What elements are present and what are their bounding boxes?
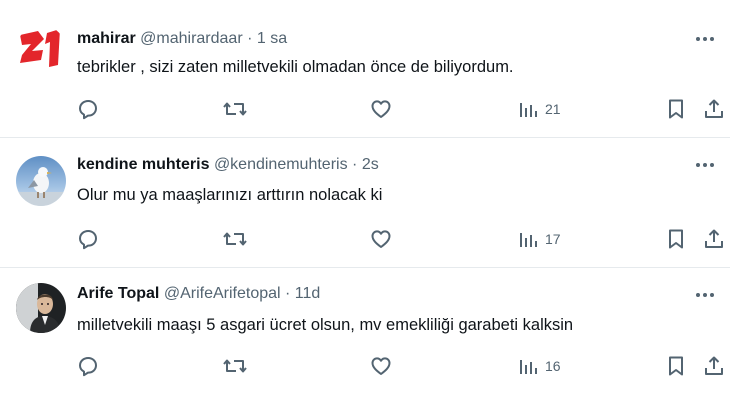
separator: · — [247, 30, 253, 47]
avatar[interactable] — [16, 25, 66, 75]
views-button[interactable]: 21 — [517, 96, 561, 122]
share-button[interactable] — [702, 353, 726, 379]
tweet-text: milletvekili maaşı 5 asgari ücret olsun,… — [77, 316, 574, 334]
separator: · — [285, 285, 291, 302]
display-name[interactable]: mahirar — [77, 30, 136, 47]
like-icon — [371, 230, 391, 248]
user-handle[interactable]: @mahirardaar — [140, 30, 243, 47]
more-icon[interactable] — [692, 28, 718, 50]
view-count: 21 — [545, 101, 561, 117]
timestamp[interactable]: 2s — [362, 156, 379, 173]
more-icon[interactable] — [692, 284, 718, 306]
retweet-button[interactable] — [222, 353, 248, 379]
tweet-text: Olur mu ya maaşlarınızı arttırın nolacak… — [77, 186, 383, 204]
bookmark-button[interactable] — [665, 226, 687, 252]
reply-button[interactable] — [76, 226, 100, 252]
tweet[interactable]: kendine muhteris @kendinemuhteris · 2s O… — [0, 137, 730, 267]
views-button[interactable]: 17 — [517, 226, 561, 252]
view-count: 17 — [545, 231, 561, 247]
ataturk-photo-icon — [16, 283, 66, 333]
logo-21-icon — [16, 25, 66, 75]
views-icon — [520, 103, 537, 117]
retweet-button[interactable] — [222, 226, 248, 252]
bookmark-icon — [669, 356, 683, 376]
reply-button[interactable] — [76, 96, 100, 122]
user-handle[interactable]: @ArifeArifetopal — [164, 285, 281, 302]
tweet[interactable]: mahirar @mahirardaar · 1 sa tebrikler , … — [0, 0, 730, 137]
tweet-text: tebrikler , sizi zaten milletvekili olma… — [77, 58, 514, 76]
avatar[interactable] — [16, 283, 66, 333]
views-icon — [520, 233, 537, 247]
reply-feed: mahirar @mahirardaar · 1 sa tebrikler , … — [0, 0, 730, 420]
action-bar: 16 — [0, 353, 730, 379]
more-icon[interactable] — [692, 154, 718, 176]
retweet-icon — [223, 359, 247, 373]
tweet-header: Arife Topal @ArifeArifetopal · 11d — [77, 283, 670, 305]
timestamp[interactable]: 11d — [295, 285, 321, 302]
bookmark-icon — [669, 99, 683, 119]
user-handle[interactable]: @kendinemuhteris — [214, 156, 348, 173]
reply-icon — [79, 100, 97, 120]
timestamp[interactable]: 1 sa — [257, 30, 287, 47]
seagull-photo-icon — [16, 156, 66, 206]
like-icon — [371, 357, 391, 375]
retweet-button[interactable] — [222, 96, 248, 122]
separator: · — [352, 156, 358, 173]
view-count: 16 — [545, 358, 561, 374]
views-icon — [520, 360, 537, 374]
share-icon — [705, 99, 723, 118]
action-bar: 17 — [0, 226, 730, 252]
tweet-header: kendine muhteris @kendinemuhteris · 2s — [77, 154, 670, 176]
like-icon — [371, 100, 391, 118]
like-button[interactable] — [369, 353, 393, 379]
display-name[interactable]: Arife Topal — [77, 285, 159, 302]
views-button[interactable]: 16 — [517, 353, 561, 379]
like-button[interactable] — [369, 226, 393, 252]
bookmark-button[interactable] — [665, 96, 687, 122]
action-bar: 21 — [0, 96, 730, 122]
tweet[interactable]: Arife Topal @ArifeArifetopal · 11d mille… — [0, 267, 730, 420]
reply-icon — [79, 357, 97, 377]
avatar[interactable] — [16, 156, 66, 206]
reply-icon — [79, 230, 97, 250]
share-icon — [705, 229, 723, 248]
bookmark-button[interactable] — [665, 353, 687, 379]
share-icon — [705, 356, 723, 375]
display-name[interactable]: kendine muhteris — [77, 156, 209, 173]
share-button[interactable] — [702, 226, 726, 252]
retweet-icon — [223, 102, 247, 116]
like-button[interactable] — [369, 96, 393, 122]
reply-button[interactable] — [76, 353, 100, 379]
bookmark-icon — [669, 229, 683, 249]
tweet-header: mahirar @mahirardaar · 1 sa — [77, 28, 670, 50]
retweet-icon — [223, 232, 247, 246]
share-button[interactable] — [702, 96, 726, 122]
